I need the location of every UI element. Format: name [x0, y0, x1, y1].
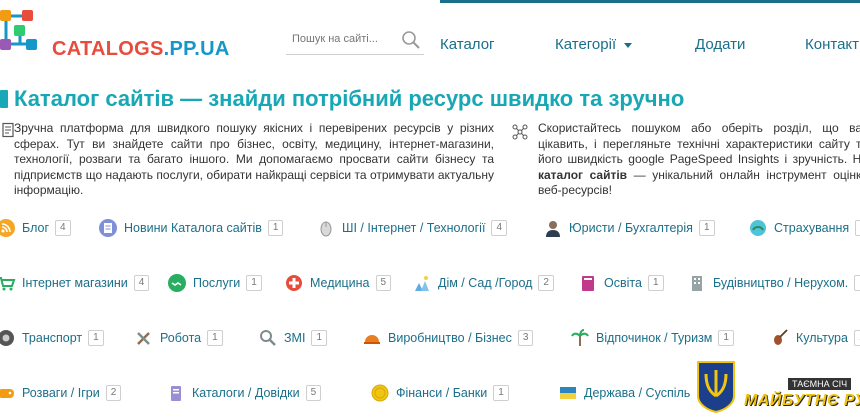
- category-catalogs[interactable]: Каталоги / Довідки 5: [166, 382, 322, 404]
- rss-icon: [0, 218, 16, 238]
- coin-icon: [370, 383, 390, 403]
- title-marker-icon: [0, 90, 8, 108]
- helmet-icon: [362, 328, 382, 348]
- search-icon[interactable]: [400, 29, 422, 51]
- top-accent-line: [440, 0, 860, 3]
- category-online-shops[interactable]: Інтернет магазини 4: [0, 272, 150, 294]
- category-lawyers[interactable]: Юристи / Бухгалтерія 1: [543, 217, 715, 239]
- mouse-icon: [316, 218, 336, 238]
- trident-emblem-icon: [697, 361, 735, 414]
- search-input[interactable]: [286, 28, 400, 50]
- category-state[interactable]: Держава / Суспіль: [558, 382, 690, 404]
- logo-network-icon: [0, 10, 37, 50]
- intro-left-text: Зручна платформа для швидкого пошуку які…: [14, 121, 494, 197]
- chevron-down-icon: [624, 42, 633, 48]
- megaphone-icon: [258, 328, 278, 348]
- category-finance[interactable]: Фінанси / Банки 1: [370, 382, 509, 404]
- nav-contacts[interactable]: Контакти: [805, 36, 860, 53]
- logo-text: CATALOGS.PP.UA: [52, 38, 230, 60]
- category-ai-internet[interactable]: ШІ / Інтернет / Технології 4: [316, 217, 507, 239]
- wheel-icon: [0, 328, 16, 348]
- cart-icon: [0, 273, 16, 293]
- category-culture[interactable]: Культура1: [770, 327, 860, 349]
- category-home-garden[interactable]: Дім / Сад /Город 2: [412, 272, 554, 294]
- garden-icon: [412, 273, 432, 293]
- insurance-icon: [748, 218, 768, 238]
- category-media[interactable]: ЗМІ 1: [258, 327, 327, 349]
- category-entertainment[interactable]: Розваги / Ігри 2: [0, 382, 122, 404]
- site-logo[interactable]: CATALOGS.PP.UA: [0, 6, 240, 62]
- page-title: Каталог сайтів — знайди потрібний ресурс…: [0, 86, 684, 116]
- nav-add[interactable]: Додати: [695, 36, 745, 53]
- category-transport[interactable]: Транспорт 1: [0, 327, 104, 349]
- medicine-icon: [284, 273, 304, 293]
- book-icon: [578, 273, 598, 293]
- category-jobs[interactable]: Робота 1: [134, 327, 223, 349]
- intro-right-text: Скористайтесь пошуком або оберіть розділ…: [538, 121, 860, 197]
- flag-icon: [558, 383, 578, 403]
- lawyer-icon: [543, 218, 563, 238]
- category-construction[interactable]: Будівництво / Нерухом.1: [687, 272, 860, 294]
- nav-catalog[interactable]: Каталог: [440, 36, 495, 53]
- catalog-icon: [166, 383, 186, 403]
- building-icon: [687, 273, 707, 293]
- news-icon: [98, 218, 118, 238]
- category-services[interactable]: Послуги 1: [167, 272, 262, 294]
- search-box: [286, 28, 424, 55]
- watermark-small-label: ТАЄМНА СІЧ: [788, 378, 852, 390]
- nav-categories[interactable]: Категорії: [555, 36, 633, 53]
- gamepad-icon: [0, 383, 16, 403]
- intro-bold-link[interactable]: каталог сайтів: [538, 168, 627, 182]
- category-production[interactable]: Виробництво / Бізнес 3: [362, 327, 534, 349]
- category-medicine[interactable]: Медицина 5: [284, 272, 392, 294]
- category-blog[interactable]: Блог 4: [0, 217, 71, 239]
- category-news[interactable]: Новини Каталога сайтів 1: [98, 217, 284, 239]
- palm-icon: [570, 328, 590, 348]
- tools-icon: [134, 328, 154, 348]
- category-insurance[interactable]: Страхування1: [748, 217, 860, 239]
- category-education[interactable]: Освіта 1: [578, 272, 664, 294]
- violin-icon: [770, 328, 790, 348]
- category-tourism[interactable]: Відпочинок / Туризм 1: [570, 327, 734, 349]
- watermark-title: МАЙБУТНЄ РУСІ: [744, 392, 860, 409]
- handshake-icon: [167, 273, 187, 293]
